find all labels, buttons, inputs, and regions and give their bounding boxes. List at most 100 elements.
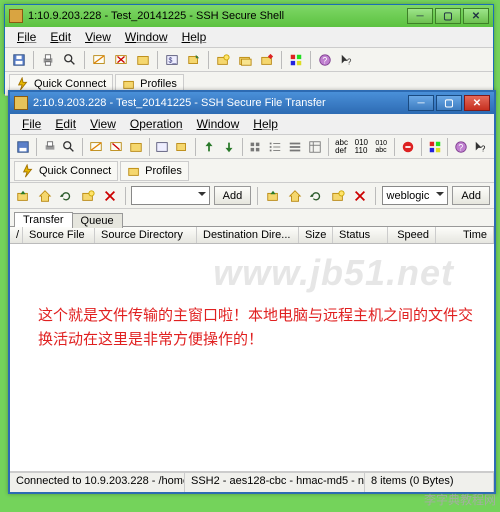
find-icon[interactable] (60, 50, 80, 70)
download-icon[interactable] (220, 137, 238, 157)
col-dest[interactable]: Destination Dire... (197, 227, 299, 243)
local-up-icon[interactable] (14, 186, 32, 206)
menu-window[interactable]: Window (191, 116, 246, 132)
local-path-bar: Add weblogic Add (10, 183, 494, 209)
color-icon[interactable] (286, 50, 306, 70)
remote-newfolder-icon[interactable] (329, 186, 347, 206)
local-delete-icon[interactable] (101, 186, 119, 206)
menu-file[interactable]: File (16, 116, 47, 132)
minimize-button[interactable]: ─ (408, 95, 434, 111)
remote-add-button[interactable]: Add (452, 186, 490, 205)
annotation-line1: 这个就是文件传输的主窗口啦！本地电脑与远程主机之间的文件交 (38, 304, 473, 328)
help-icon[interactable]: ? (315, 50, 335, 70)
whatsthis-icon[interactable]: ? (337, 50, 357, 70)
separator (394, 138, 395, 156)
file-transfer-icon[interactable] (184, 50, 204, 70)
menu-window[interactable]: Window (119, 29, 174, 45)
column-headers: / Source File Source Directory Destinati… (10, 227, 494, 244)
annotation-line2: 换活动在这里是非常方便操作的！ (38, 328, 473, 352)
transfer-tabs: Transfer Queue (10, 209, 494, 227)
local-newfolder-icon[interactable] (79, 186, 97, 206)
menu-view[interactable]: View (84, 116, 122, 132)
upload-icon[interactable] (200, 137, 218, 157)
col-status[interactable]: Status (333, 227, 388, 243)
separator (208, 51, 209, 69)
help-icon[interactable]: ? (452, 137, 470, 157)
separator (195, 138, 196, 156)
text-mode-icon[interactable]: abcdef (333, 137, 351, 157)
separator (257, 187, 258, 205)
separator (125, 187, 126, 205)
color-icon[interactable] (426, 137, 444, 157)
transfer-list[interactable]: www.jb51.net 这个就是文件传输的主窗口啦！本地电脑与远程主机之间的文… (10, 244, 494, 472)
remote-path-value: weblogic (387, 190, 430, 202)
quick-connect-button[interactable]: Quick Connect (14, 161, 118, 181)
local-refresh-icon[interactable] (57, 186, 75, 206)
folder-new-icon[interactable] (213, 50, 233, 70)
whatsthis-icon[interactable]: ? (472, 137, 490, 157)
remote-path-combo[interactable]: weblogic (382, 186, 449, 205)
local-add-button[interactable]: Add (214, 186, 252, 205)
menu-view[interactable]: View (79, 29, 117, 45)
new-terminal-icon[interactable] (154, 137, 172, 157)
menu-edit[interactable]: Edit (44, 29, 77, 45)
separator (33, 51, 34, 69)
menu-operation[interactable]: Operation (124, 116, 189, 132)
view-detail-icon[interactable] (306, 137, 324, 157)
col-speed[interactable]: Speed (388, 227, 436, 243)
titlebar[interactable]: 1:10.9.203.228 - Test_20141225 - SSH Sec… (5, 5, 493, 27)
menu-help[interactable]: Help (247, 116, 284, 132)
annotation: 这个就是文件传输的主窗口啦！本地电脑与远程主机之间的文件交 换活动在这里是非常方… (38, 304, 473, 352)
disconnect-icon[interactable] (111, 50, 131, 70)
stop-icon[interactable] (399, 137, 417, 157)
tab-transfer[interactable]: Transfer (14, 212, 73, 227)
menu-file[interactable]: File (11, 29, 42, 45)
view-large-icon[interactable] (247, 137, 265, 157)
menu-help[interactable]: Help (176, 29, 213, 45)
window-title: 1:10.9.203.228 - Test_20141225 - SSH Sec… (28, 10, 407, 22)
status-cipher: SSH2 - aes128-cbc - hmac-md5 - no (185, 473, 365, 492)
file-transfer-icon[interactable] (173, 137, 191, 157)
connect-icon[interactable] (87, 137, 105, 157)
minimize-button[interactable]: ─ (407, 8, 433, 24)
col-size[interactable]: Size (299, 227, 333, 243)
profiles-button[interactable]: Profiles (120, 161, 189, 181)
view-small-icon[interactable] (266, 137, 284, 157)
profiles-icon[interactable] (127, 137, 145, 157)
tab-queue[interactable]: Queue (72, 213, 123, 228)
local-path-combo[interactable] (131, 186, 209, 205)
ssh-file-transfer-window: 2:10.9.203.228 - Test_20141225 - SSH Sec… (8, 90, 496, 494)
remote-delete-icon[interactable] (351, 186, 369, 206)
close-button[interactable]: ✕ (463, 8, 489, 24)
disconnect-icon[interactable] (107, 137, 125, 157)
remote-refresh-icon[interactable] (308, 186, 326, 206)
print-icon[interactable] (38, 50, 58, 70)
print-icon[interactable] (41, 137, 59, 157)
auto-mode-icon[interactable]: 010abc (372, 137, 390, 157)
remote-home-icon[interactable] (286, 186, 304, 206)
titlebar[interactable]: 2:10.9.203.228 - Test_20141225 - SSH Sec… (10, 92, 494, 114)
save-icon[interactable] (9, 50, 29, 70)
close-button[interactable]: ✕ (464, 95, 490, 111)
view-list-icon[interactable] (286, 137, 304, 157)
binary-mode-icon[interactable]: 010110 (352, 137, 370, 157)
toolbar: $_ ? ? (5, 48, 493, 72)
quick-connect-bar: Quick Connect Profiles (10, 159, 494, 183)
settings-icon[interactable] (257, 50, 277, 70)
maximize-button[interactable]: ▢ (435, 8, 461, 24)
maximize-button[interactable]: ▢ (436, 95, 462, 111)
save-icon[interactable] (14, 137, 32, 157)
remote-up-icon[interactable] (264, 186, 282, 206)
col-source-dir[interactable]: Source Directory (95, 227, 197, 243)
col-icon[interactable]: / (10, 227, 23, 243)
separator (281, 51, 282, 69)
folder-open-icon[interactable] (235, 50, 255, 70)
col-time[interactable]: Time (436, 227, 494, 243)
local-home-icon[interactable] (36, 186, 54, 206)
col-source-file[interactable]: Source File (23, 227, 95, 243)
menu-edit[interactable]: Edit (49, 116, 82, 132)
connect-icon[interactable] (89, 50, 109, 70)
find-icon[interactable] (61, 137, 79, 157)
new-terminal-icon[interactable]: $_ (162, 50, 182, 70)
profiles-icon[interactable] (133, 50, 153, 70)
